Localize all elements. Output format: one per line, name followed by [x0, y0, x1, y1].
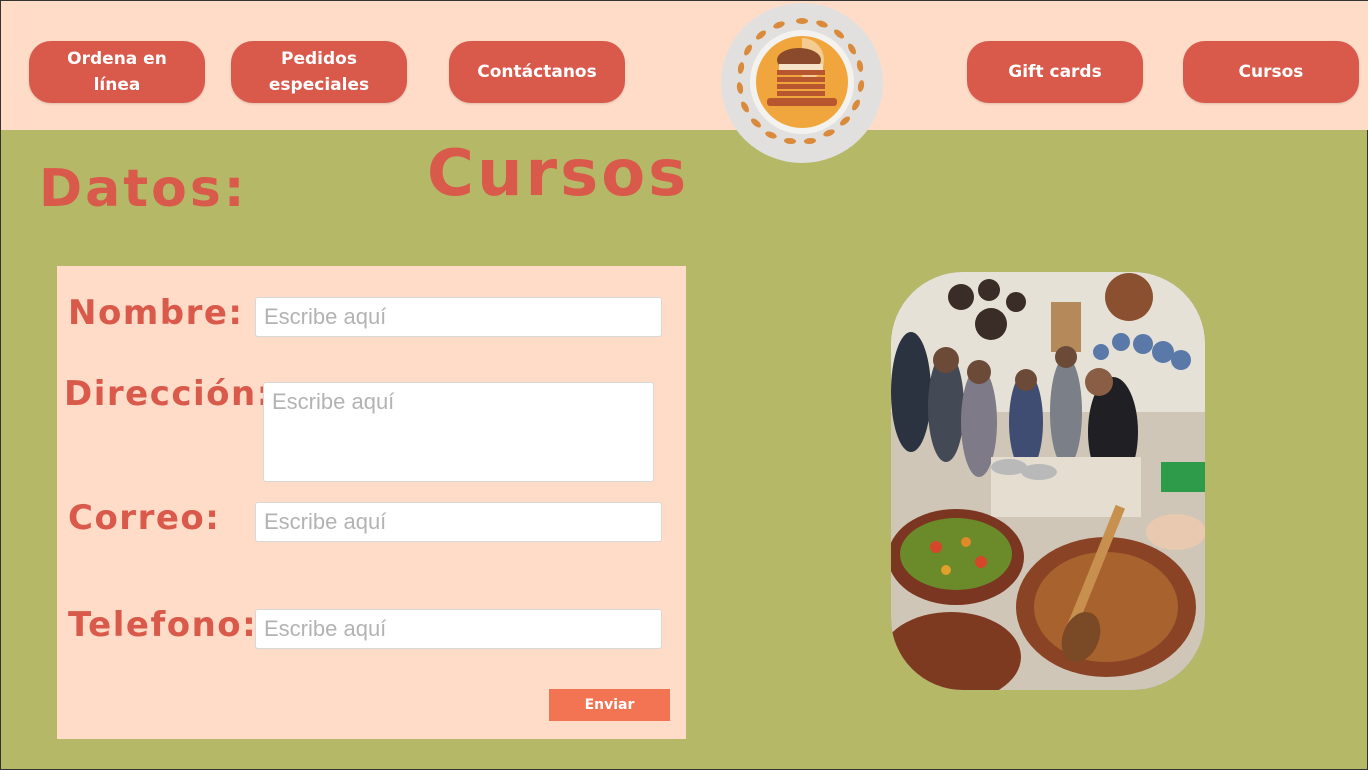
submit-button[interactable]: Enviar	[549, 689, 670, 721]
phone-label: Telefono:	[68, 605, 258, 645]
nav-cursos-button[interactable]: Cursos	[1183, 41, 1359, 103]
phone-input[interactable]	[255, 609, 662, 649]
name-label: Nombre:	[68, 293, 244, 333]
nav-gift-cards-button[interactable]: Gift cards	[967, 41, 1143, 103]
cooking-class-photo	[891, 272, 1205, 690]
header: Ordena en línea Pedidos especiales Contá…	[1, 1, 1368, 130]
nav-pedidos-especiales-button[interactable]: Pedidos especiales	[231, 41, 407, 103]
address-input[interactable]	[263, 382, 654, 482]
bakery-logo-icon[interactable]	[721, 3, 883, 163]
nav-contactanos-button[interactable]: Contáctanos	[449, 41, 625, 103]
nav-ordena-en-linea-button[interactable]: Ordena en línea	[29, 41, 205, 103]
address-label: Dirección:	[64, 374, 272, 414]
section-title: Datos:	[39, 159, 248, 219]
name-input[interactable]	[255, 297, 662, 337]
email-label: Correo:	[68, 498, 221, 538]
email-input[interactable]	[255, 502, 662, 542]
page-title: Cursos	[427, 137, 690, 211]
